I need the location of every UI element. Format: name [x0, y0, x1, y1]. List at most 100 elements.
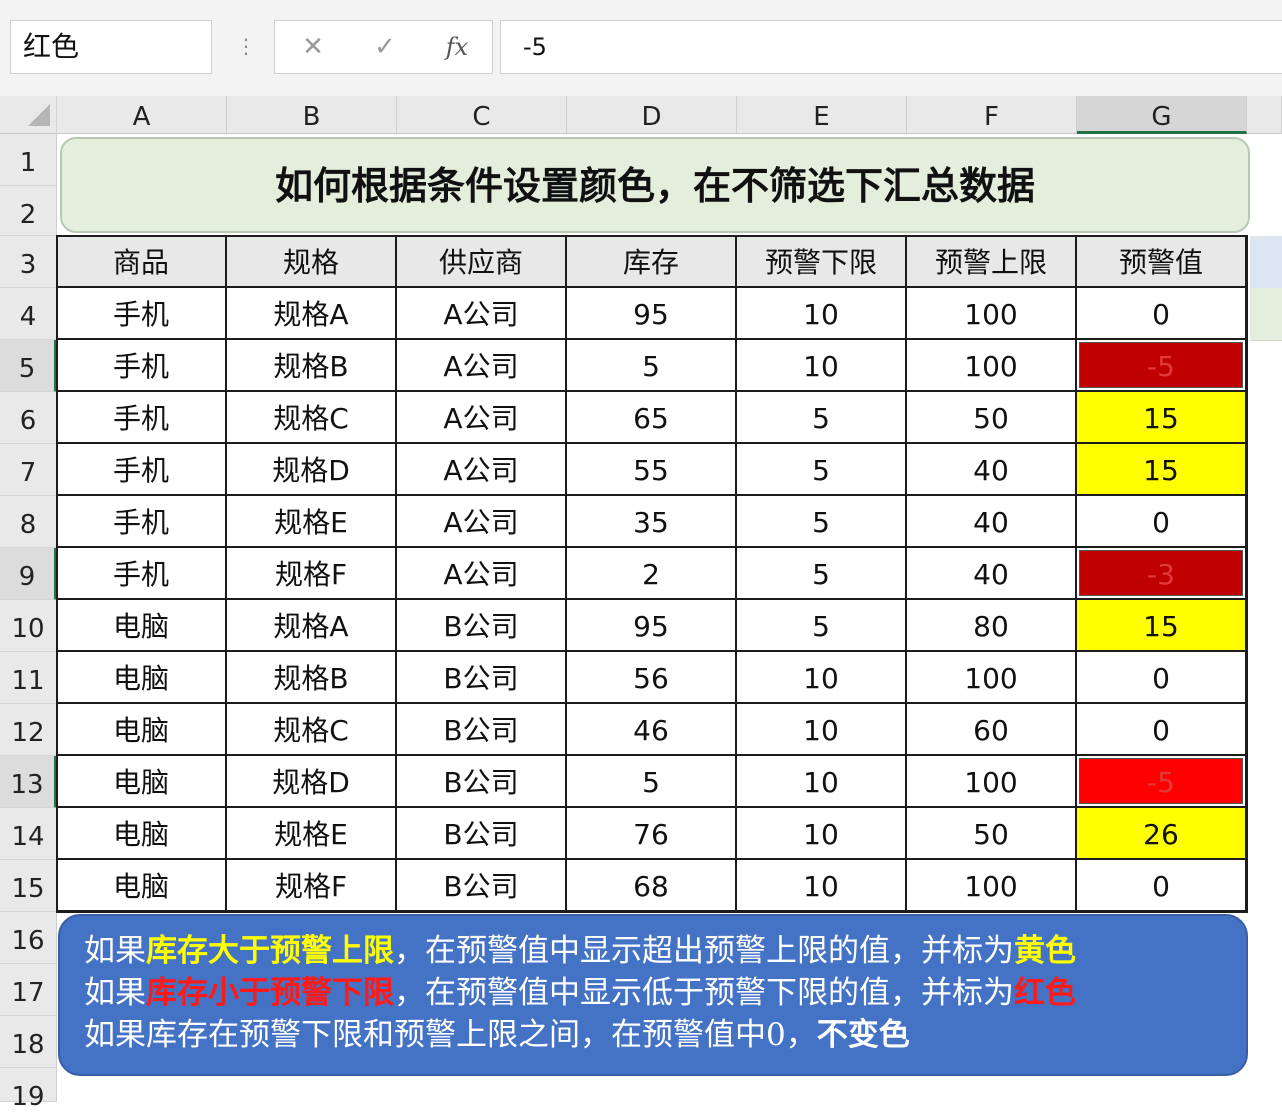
column-header-d[interactable]: D — [567, 96, 737, 134]
table-header-cell[interactable]: 预警上限 — [907, 236, 1077, 288]
table-cell[interactable]: 35 — [567, 496, 737, 548]
table-cell[interactable]: 46 — [567, 704, 737, 756]
row-header-8[interactable]: 8 — [0, 496, 57, 548]
table-cell[interactable]: 95 — [567, 288, 737, 340]
table-cell[interactable]: 50 — [907, 392, 1077, 444]
name-box[interactable]: 红色 — [10, 20, 212, 74]
warning-value-cell[interactable]: 15 — [1077, 600, 1247, 652]
warning-value-cell[interactable]: 0 — [1077, 652, 1247, 704]
warning-value-cell[interactable]: 0 — [1077, 288, 1247, 340]
table-cell[interactable]: A公司 — [397, 340, 567, 392]
table-cell[interactable]: A公司 — [397, 392, 567, 444]
table-cell[interactable]: 40 — [907, 496, 1077, 548]
table-cell[interactable]: 10 — [737, 860, 907, 912]
row-header-10[interactable]: 10 — [0, 600, 57, 652]
row-header-15[interactable]: 15 — [0, 860, 57, 912]
confirm-icon[interactable]: ✓ — [365, 27, 405, 67]
table-header-cell[interactable]: 预警下限 — [737, 236, 907, 288]
table-cell[interactable]: 10 — [737, 704, 907, 756]
table-cell[interactable]: 规格D — [227, 444, 397, 496]
row-header-18[interactable]: 18 — [0, 1016, 57, 1068]
row-header-9[interactable]: 9 — [0, 548, 57, 600]
table-cell[interactable]: 手机 — [57, 288, 227, 340]
table-cell[interactable]: 56 — [567, 652, 737, 704]
table-cell[interactable]: 手机 — [57, 548, 227, 600]
column-header-b[interactable]: B — [227, 96, 397, 134]
warning-value-cell[interactable]: 15 — [1077, 444, 1247, 496]
table-cell[interactable]: 5 — [737, 444, 907, 496]
row-header-1[interactable]: 1 — [0, 134, 57, 186]
warning-value-cell[interactable]: -5 — [1077, 756, 1247, 808]
column-header-c[interactable]: C — [397, 96, 567, 134]
row-header-6[interactable]: 6 — [0, 392, 57, 444]
row-header-16[interactable]: 16 — [0, 912, 57, 964]
column-header-f[interactable]: F — [907, 96, 1077, 134]
table-cell[interactable]: 5 — [737, 392, 907, 444]
table-cell[interactable]: 5 — [567, 756, 737, 808]
table-cell[interactable]: 100 — [907, 756, 1077, 808]
table-cell[interactable]: 5 — [737, 548, 907, 600]
warning-value-cell[interactable]: 0 — [1077, 496, 1247, 548]
row-header-5[interactable]: 5 — [0, 340, 57, 392]
row-header-11[interactable]: 11 — [0, 652, 57, 704]
row-header-4[interactable]: 4 — [0, 288, 57, 340]
table-header-cell[interactable]: 商品 — [57, 236, 227, 288]
row-header-13[interactable]: 13 — [0, 756, 57, 808]
table-cell[interactable]: B公司 — [397, 652, 567, 704]
warning-value-cell[interactable]: -5 — [1077, 340, 1247, 392]
row-header-7[interactable]: 7 — [0, 444, 57, 496]
table-header-cell[interactable]: 规格 — [227, 236, 397, 288]
table-cell[interactable]: 手机 — [57, 496, 227, 548]
table-cell[interactable]: 68 — [567, 860, 737, 912]
table-cell[interactable]: 规格E — [227, 496, 397, 548]
table-cell[interactable]: B公司 — [397, 704, 567, 756]
row-header-14[interactable]: 14 — [0, 808, 57, 860]
column-header-a[interactable]: A — [57, 96, 227, 134]
table-cell[interactable]: 60 — [907, 704, 1077, 756]
table-cell[interactable]: 95 — [567, 600, 737, 652]
table-cell[interactable]: 40 — [907, 548, 1077, 600]
table-cell[interactable]: 100 — [907, 652, 1077, 704]
table-cell[interactable]: 5 — [737, 496, 907, 548]
table-header-cell[interactable]: 库存 — [567, 236, 737, 288]
warning-value-cell[interactable]: 0 — [1077, 860, 1247, 912]
table-cell[interactable]: 规格B — [227, 340, 397, 392]
column-header-e[interactable]: E — [737, 96, 907, 134]
table-header-cell[interactable]: 供应商 — [397, 236, 567, 288]
table-cell[interactable]: 76 — [567, 808, 737, 860]
table-cell[interactable]: 规格C — [227, 392, 397, 444]
table-cell[interactable]: 手机 — [57, 340, 227, 392]
table-cell[interactable]: 100 — [907, 340, 1077, 392]
table-cell[interactable]: 规格F — [227, 548, 397, 600]
table-cell[interactable]: 10 — [737, 808, 907, 860]
table-cell[interactable]: 10 — [737, 288, 907, 340]
cancel-icon[interactable]: ✕ — [293, 27, 333, 67]
row-header-3[interactable]: 3 — [0, 236, 57, 288]
table-cell[interactable]: 电脑 — [57, 704, 227, 756]
row-header-19[interactable]: 19 — [0, 1068, 57, 1112]
table-cell[interactable]: 5 — [737, 600, 907, 652]
table-cell[interactable]: 规格D — [227, 756, 397, 808]
warning-value-cell[interactable]: 0 — [1077, 704, 1247, 756]
table-cell[interactable]: 手机 — [57, 444, 227, 496]
table-cell[interactable]: 规格E — [227, 808, 397, 860]
table-cell[interactable]: 电脑 — [57, 860, 227, 912]
warning-value-cell[interactable]: 15 — [1077, 392, 1247, 444]
table-cell[interactable]: 规格F — [227, 860, 397, 912]
table-header-cell[interactable]: 预警值 — [1077, 236, 1247, 288]
table-cell[interactable]: 规格A — [227, 600, 397, 652]
table-cell[interactable]: B公司 — [397, 756, 567, 808]
table-cell[interactable]: 10 — [737, 340, 907, 392]
table-cell[interactable]: 2 — [567, 548, 737, 600]
row-header-12[interactable]: 12 — [0, 704, 57, 756]
table-cell[interactable]: 100 — [907, 860, 1077, 912]
warning-value-cell[interactable]: -3 — [1077, 548, 1247, 600]
table-cell[interactable]: 手机 — [57, 392, 227, 444]
table-cell[interactable]: A公司 — [397, 548, 567, 600]
table-cell[interactable]: 规格B — [227, 652, 397, 704]
table-cell[interactable]: 10 — [737, 652, 907, 704]
insert-function-icon[interactable]: fx — [437, 27, 477, 67]
column-header-g[interactable]: G — [1077, 96, 1247, 134]
table-cell[interactable]: 65 — [567, 392, 737, 444]
row-header-17[interactable]: 17 — [0, 964, 57, 1016]
